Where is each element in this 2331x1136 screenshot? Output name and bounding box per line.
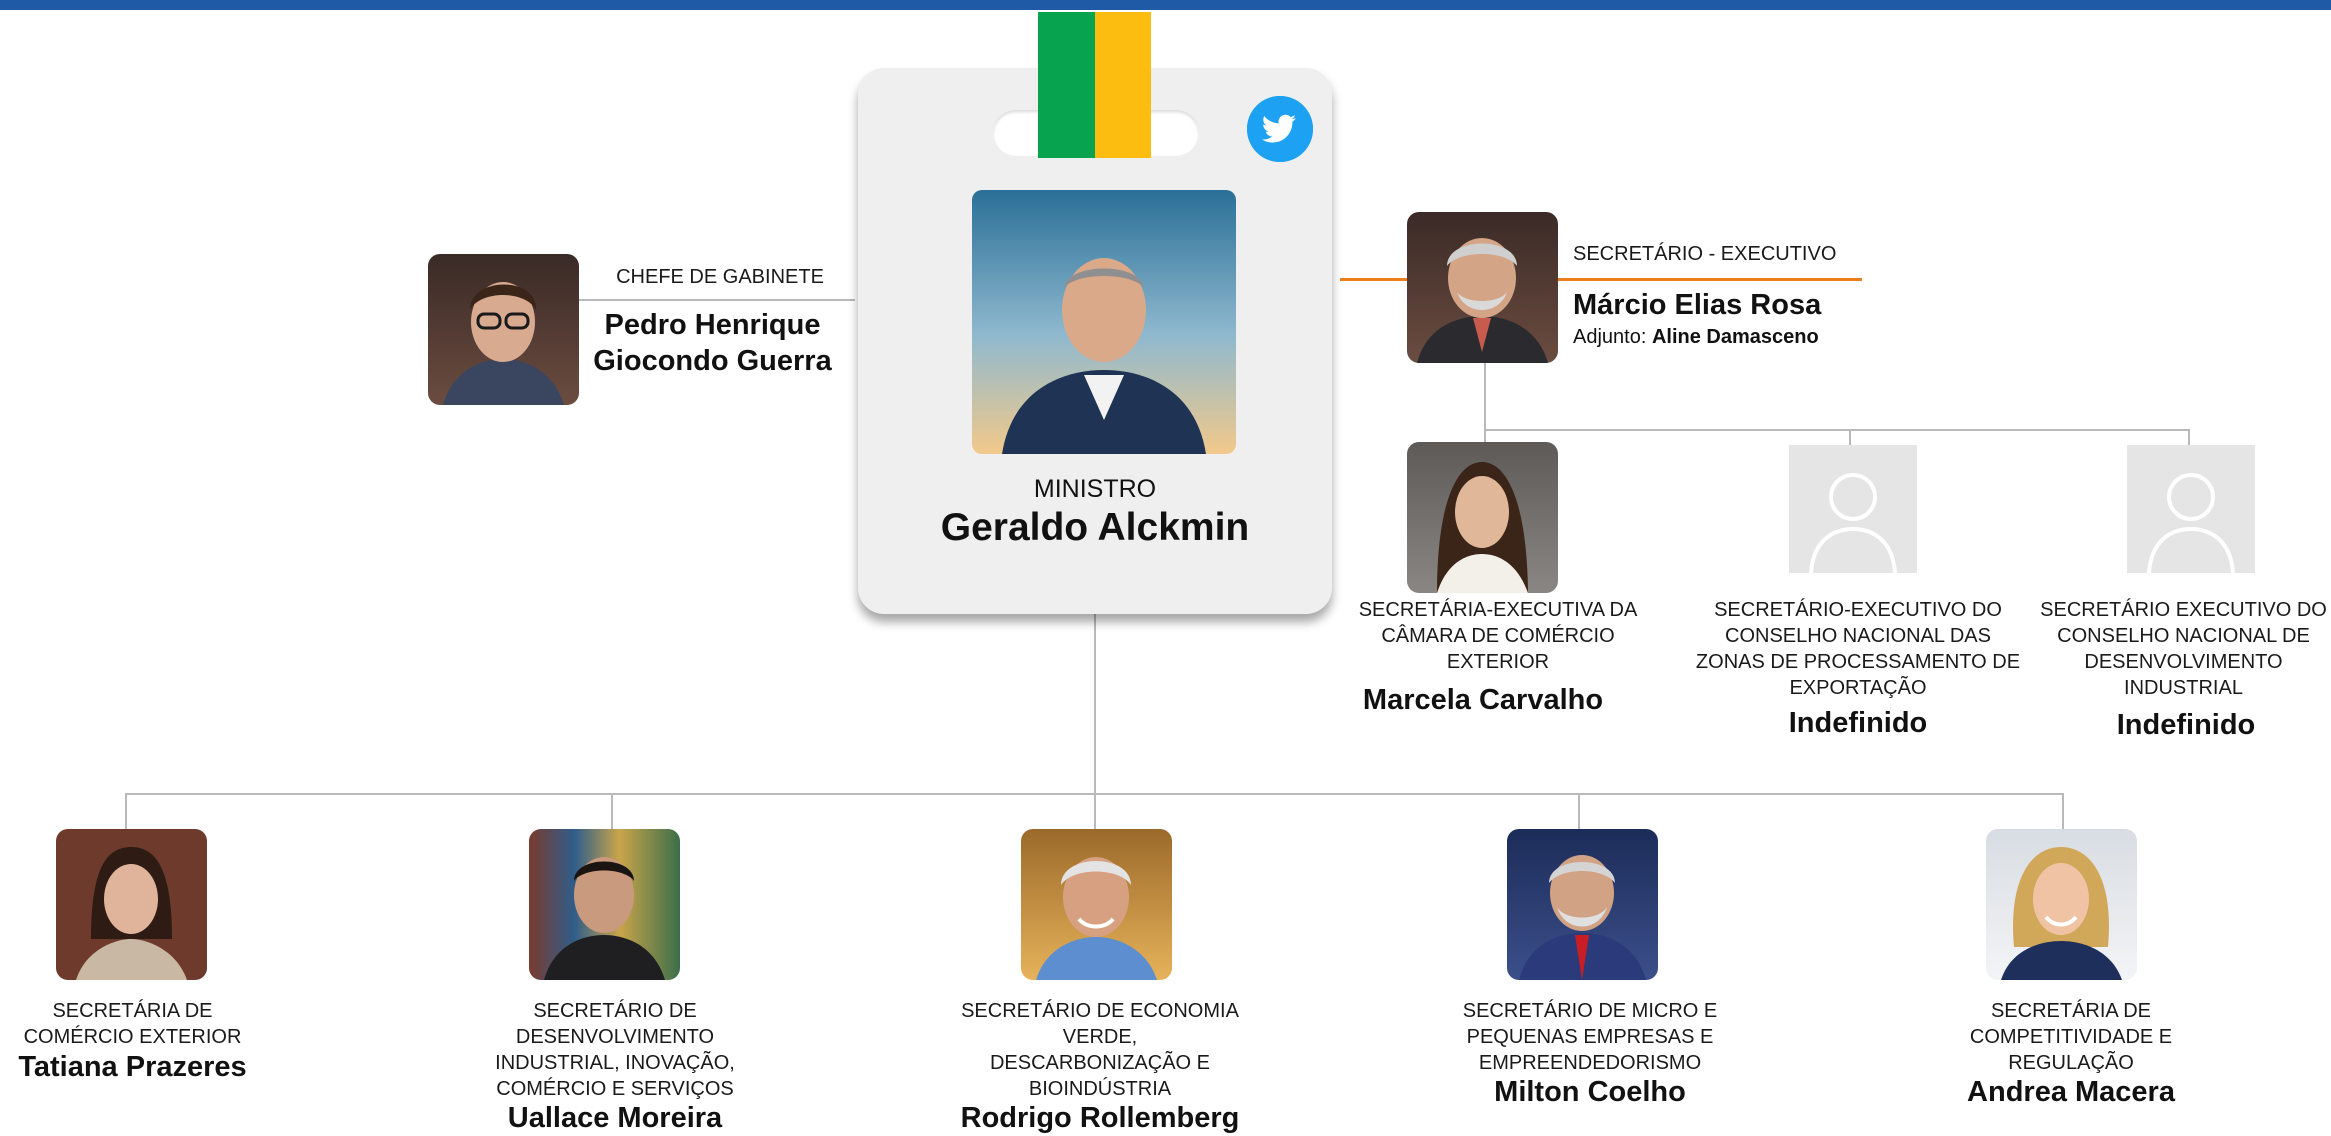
role-line: INDUSTRIAL bbox=[2124, 677, 2243, 699]
secretary-portrait-1 bbox=[56, 829, 207, 980]
connector-minister-down bbox=[1094, 614, 1096, 794]
secretary-name-1: Tatiana Prazeres bbox=[18, 1051, 247, 1083]
role-line: SECRETÁRIO EXECUTIVO DO bbox=[2040, 599, 2327, 621]
secretary-name-4: Milton Coelho bbox=[1494, 1076, 1686, 1108]
exec-report-role-1: SECRETÁRIA-EXECUTIVA DA CÂMARA DE COMÉRC… bbox=[1338, 597, 1658, 675]
secretary-name-2: Uallace Moreira bbox=[507, 1102, 723, 1134]
executive-secretary-role: SECRETÁRIO - EXECUTIVO bbox=[1573, 243, 1837, 265]
exec-report-role-2: SECRETÁRIO-EXECUTIVO DO CONSELHO NACIONA… bbox=[1688, 597, 2028, 701]
role-line: REGULAÇÃO bbox=[2008, 1052, 2134, 1074]
secretary-role-3: SECRETÁRIO DE ECONOMIA VERDE, DESCARBONI… bbox=[945, 998, 1255, 1102]
connector-chief bbox=[579, 299, 855, 301]
connector-exec-drop-1 bbox=[1484, 429, 1486, 443]
secretary-name-3: Rodrigo Rollemberg bbox=[960, 1102, 1240, 1134]
role-line: DESENVOLVIMENTO bbox=[2084, 651, 2283, 673]
user-silhouette-icon bbox=[2127, 445, 2255, 573]
secretary-role-5: SECRETÁRIA DE COMPETITIVIDADE E REGULAÇÃ… bbox=[1921, 998, 2221, 1076]
connector-exec-down bbox=[1484, 362, 1486, 430]
chief-of-staff-name-line2: Giocondo Guerra bbox=[593, 345, 832, 377]
role-line: ZONAS DE PROCESSAMENTO DE bbox=[1695, 651, 2021, 673]
role-line: INDUSTRIAL, INOVAÇÃO, bbox=[495, 1052, 735, 1074]
role-line: EXTERIOR bbox=[1446, 651, 1550, 673]
secretary-role-1: SECRETÁRIA DE COMÉRCIO EXTERIOR bbox=[0, 998, 265, 1050]
role-line: EMPREENDEDORISMO bbox=[1478, 1052, 1702, 1074]
connector-sec-drop-5 bbox=[2062, 793, 2064, 829]
secretary-name-5: Andrea Macera bbox=[1967, 1076, 2175, 1108]
role-line: SECRETÁRIA DE bbox=[1990, 1000, 2152, 1022]
role-line: EXPORTAÇÃO bbox=[1789, 677, 1927, 699]
minister-portrait bbox=[972, 190, 1236, 454]
role-line: PEQUENAS EMPRESAS E bbox=[1466, 1026, 1714, 1048]
twitter-icon[interactable] bbox=[1247, 96, 1313, 162]
secretary-role-4: SECRETÁRIO DE MICRO E PEQUENAS EMPRESAS … bbox=[1440, 998, 1740, 1076]
lanyard-yellow bbox=[1095, 12, 1151, 158]
role-line: SECRETÁRIO-EXECUTIVO DO bbox=[1714, 599, 2002, 621]
role-line: DESENVOLVIMENTO bbox=[515, 1026, 715, 1048]
exec-report-placeholder-3 bbox=[2127, 445, 2255, 573]
chief-of-staff-portrait bbox=[428, 254, 579, 405]
deputy-name: Aline Damasceno bbox=[1651, 326, 1819, 348]
role-line: CÂMARA DE COMÉRCIO bbox=[1381, 625, 1615, 647]
connector-exec-drop-2 bbox=[1849, 429, 1851, 445]
role-line: COMÉRCIO E SERVIÇOS bbox=[496, 1078, 734, 1100]
executive-secretary-portrait bbox=[1407, 212, 1558, 363]
exec-report-placeholder-2 bbox=[1789, 445, 1917, 573]
lanyard-green bbox=[1038, 12, 1095, 158]
exec-report-name-1: Marcela Carvalho bbox=[1362, 684, 1604, 716]
connector-sec-drop-1 bbox=[125, 793, 127, 829]
connector-sec-drop-2 bbox=[611, 793, 613, 829]
deputy-prefix: Adjunto: bbox=[1573, 326, 1647, 348]
chief-of-staff-name-line1: Pedro Henrique bbox=[604, 309, 821, 341]
role-line: SECRETÁRIO DE bbox=[533, 1000, 697, 1022]
executive-secretary-name: Márcio Elias Rosa bbox=[1573, 289, 1822, 321]
role-line: SECRETÁRIO DE ECONOMIA bbox=[961, 1000, 1239, 1022]
minister-name: Geraldo Alckmin bbox=[940, 506, 1250, 549]
role-line: COMPETITIVIDADE E bbox=[1969, 1026, 2173, 1048]
role-line: DESCARBONIZAÇÃO E bbox=[989, 1052, 1211, 1074]
chief-of-staff-role: CHEFE DE GABINETE bbox=[616, 266, 824, 288]
connector-exec-drop-3 bbox=[2188, 429, 2190, 445]
exec-report-name-3: Indefinido bbox=[2116, 709, 2256, 741]
secretary-portrait-5 bbox=[1986, 829, 2137, 980]
role-line: SECRETÁRIA DE bbox=[52, 1000, 213, 1022]
connector-sec-drop-4 bbox=[1578, 793, 1580, 829]
role-line: CONSELHO NACIONAL DE bbox=[2057, 625, 2310, 647]
role-line: SECRETÁRIO DE MICRO E bbox=[1462, 1000, 1718, 1022]
exec-report-name-2: Indefinido bbox=[1788, 707, 1928, 739]
connector-sec-drop-3 bbox=[1094, 793, 1096, 829]
role-line: CONSELHO NACIONAL DAS bbox=[1725, 625, 1991, 647]
role-line: VERDE, bbox=[1062, 1026, 1138, 1048]
secretary-role-2: SECRETÁRIO DE DESENVOLVIMENTO INDUSTRIAL… bbox=[465, 998, 765, 1102]
secretary-portrait-3 bbox=[1021, 829, 1172, 980]
executive-secretary-deputy: Adjunto: Aline Damasceno bbox=[1573, 324, 1893, 350]
role-line: BIOINDÚSTRIA bbox=[1028, 1078, 1172, 1100]
role-line: SECRETÁRIA-EXECUTIVA DA bbox=[1358, 599, 1638, 621]
role-line: COMÉRCIO EXTERIOR bbox=[23, 1026, 242, 1048]
exec-report-role-3: SECRETÁRIO EXECUTIVO DO CONSELHO NACIONA… bbox=[2036, 597, 2331, 701]
minister-role: MINISTRO bbox=[1033, 475, 1157, 503]
connector-exec-branch bbox=[1484, 429, 2190, 431]
secretary-portrait-4 bbox=[1507, 829, 1658, 980]
user-silhouette-icon bbox=[1789, 445, 1917, 573]
secretary-portrait-2 bbox=[529, 829, 680, 980]
top-accent-bar bbox=[0, 0, 2331, 10]
exec-report-portrait-1 bbox=[1407, 442, 1558, 593]
